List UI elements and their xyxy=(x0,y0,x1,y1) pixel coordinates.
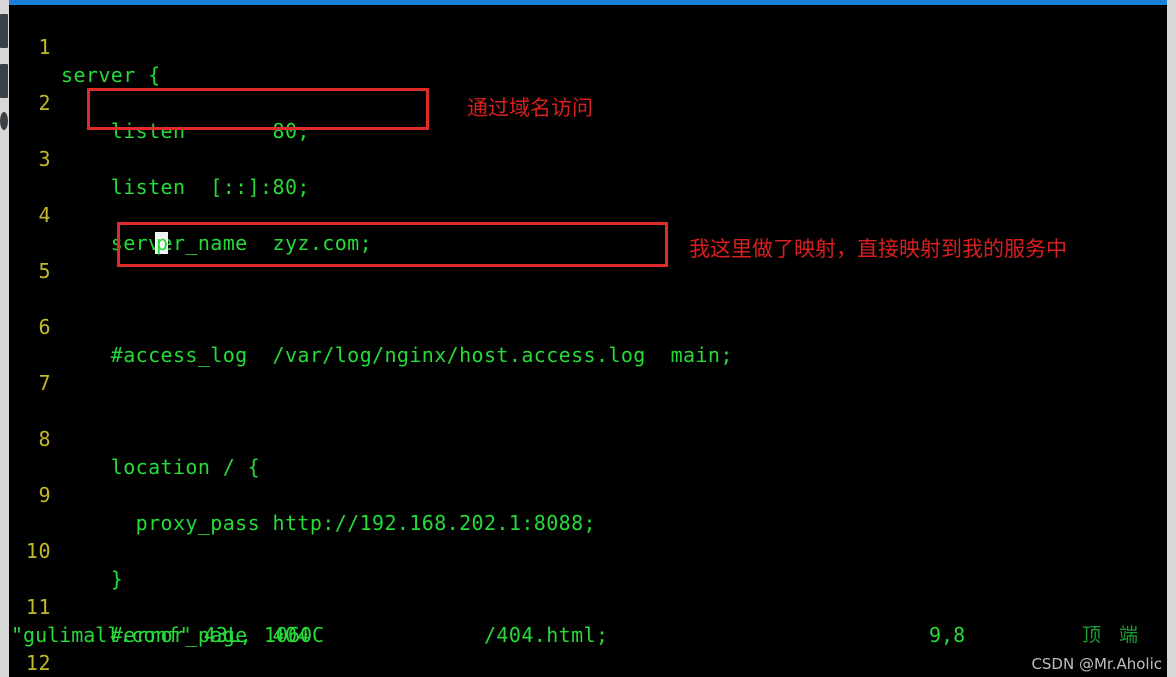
line-number: 11 xyxy=(25,595,51,619)
csdn-watermark: CSDN @Mr.Aholic xyxy=(1031,655,1162,673)
window-edge-mark-3 xyxy=(0,112,8,130)
code-line[interactable]: 3 listen [::]:80; xyxy=(9,117,309,199)
code-line[interactable]: 7 xyxy=(9,341,105,395)
status-scroll-state: 顶 端 xyxy=(1082,624,1145,646)
line-text: #access_log /var/log/nginx/host.access.l… xyxy=(61,343,733,367)
window-edge-mark-1 xyxy=(0,14,8,48)
line-number: 8 xyxy=(38,427,51,451)
code-editor-area[interactable]: 1 server { 2 listen 80; 3 listen [::]:80… xyxy=(9,5,733,675)
line-text: server_name zyz.com; xyxy=(61,231,373,255)
proxy-pass-annotation: 我这里做了映射，直接映射到我的服务中 xyxy=(689,237,1067,261)
terminal-screenshot: 1 server { 2 listen 80; 3 listen [::]:80… xyxy=(0,0,1176,677)
status-cursor-position: 9,8 xyxy=(929,623,966,647)
code-line[interactable]: 1 server { xyxy=(9,5,160,87)
line-number: 6 xyxy=(38,315,51,339)
line-number: 3 xyxy=(38,147,51,171)
code-line[interactable]: 11 #error_page 404 /404.html; xyxy=(9,565,608,647)
line-text: proxy_pass http://192.168.202.1:8088; xyxy=(61,511,596,535)
window-left-edge xyxy=(0,0,9,677)
line-number: 4 xyxy=(38,203,51,227)
line-number: 12 xyxy=(25,651,51,675)
code-line[interactable]: 5 xyxy=(9,229,105,283)
code-line[interactable]: 8 location / { xyxy=(9,397,259,479)
line-number: 5 xyxy=(38,259,51,283)
code-line[interactable]: 9 proxy_pass http://192.168.202.1:8088; xyxy=(9,453,595,535)
line-number: 2 xyxy=(38,91,51,115)
line-number: 10 xyxy=(25,539,51,563)
server-name-annotation: 通过域名访问 xyxy=(467,96,593,120)
status-file-info: "gulimall.conf" 43L, 1060C xyxy=(11,623,325,647)
window-right-edge xyxy=(1167,0,1176,677)
line-number: 7 xyxy=(38,371,51,395)
code-line[interactable]: 4 server_name zyz.com; xyxy=(9,173,371,255)
vim-terminal[interactable]: 1 server { 2 listen 80; 3 listen [::]:80… xyxy=(9,5,1167,677)
code-line[interactable]: 2 listen 80; xyxy=(9,61,309,143)
line-number: 1 xyxy=(38,35,51,59)
code-line[interactable]: 10 } xyxy=(9,509,123,591)
window-edge-mark-2 xyxy=(0,64,8,98)
line-number: 9 xyxy=(38,483,51,507)
cursor-character: p xyxy=(156,231,169,255)
code-line[interactable]: 6 #access_log /var/log/nginx/host.access… xyxy=(9,285,732,367)
